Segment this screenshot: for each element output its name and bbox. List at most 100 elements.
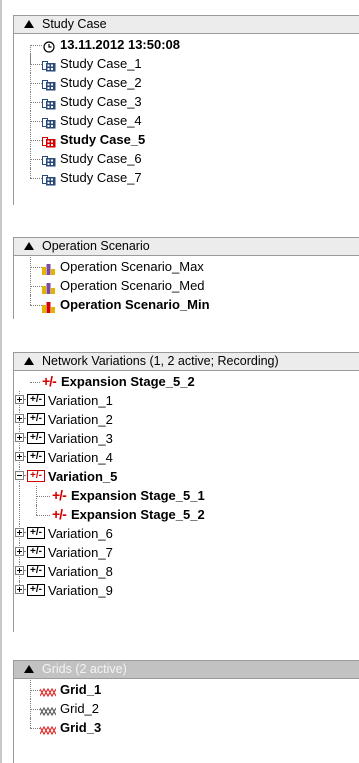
variation-icon: +/- — [27, 451, 45, 463]
grid-icon — [39, 703, 57, 717]
collapse-triangle-icon[interactable] — [24, 20, 34, 28]
item-label: 13.11.2012 13:50:08 — [60, 37, 180, 52]
study-case-item[interactable]: Study Case_2 — [14, 73, 359, 92]
grid-active-icon — [39, 684, 57, 698]
item-label: Variation_3 — [48, 431, 113, 446]
item-label: Study Case_1 — [60, 56, 142, 71]
variation-item[interactable]: +/- Variation_2 — [14, 410, 359, 429]
operation-scenario-header[interactable]: Operation Scenario — [14, 238, 359, 256]
recording-expansion-stage[interactable]: +/- Expansion Stage_5_2 — [14, 372, 359, 391]
tree-line — [36, 505, 37, 515]
collapse-triangle-icon[interactable] — [24, 665, 34, 673]
variation-icon: +/- — [27, 394, 45, 406]
operation-scenario-section: Operation Scenario Operation Scenario_Ma… — [13, 237, 359, 319]
tree-line — [30, 286, 42, 287]
study-case-list: 13.11.2012 13:50:08 Study Case_1 Study Cas… — [14, 35, 359, 187]
operation-scenario-item[interactable]: Operation Scenario_Max — [14, 257, 359, 276]
tree-line — [30, 159, 42, 160]
tree-line — [30, 718, 31, 728]
item-label: Variation_5 — [48, 469, 118, 484]
study-case-icon — [42, 115, 56, 129]
operation-scenario-header-label: Operation Scenario — [42, 239, 150, 253]
operation-scenario-list: Operation Scenario_Max Operation Scenario… — [14, 257, 359, 314]
grids-header-label: Grids (2 active) — [42, 662, 127, 676]
study-case-header[interactable]: Study Case — [14, 16, 359, 34]
expand-icon[interactable] — [15, 433, 24, 442]
expand-icon[interactable] — [15, 528, 24, 537]
study-case-item[interactable]: Study Case_7 — [14, 168, 359, 187]
expansion-stage-item[interactable]: +/- Expansion Stage_5_2 — [14, 505, 359, 524]
collapse-triangle-icon[interactable] — [24, 242, 34, 250]
variation-item[interactable]: +/- Variation_6 — [14, 524, 359, 543]
collapse-triangle-icon[interactable] — [24, 357, 34, 365]
item-label: Variation_9 — [48, 583, 113, 598]
expand-icon[interactable] — [15, 566, 24, 575]
study-case-header-label: Study Case — [42, 17, 107, 31]
grids-header[interactable]: Grids (2 active) — [14, 661, 359, 679]
network-variations-header-label: Network Variations (1, 2 active; Recordi… — [42, 354, 279, 368]
item-label: Variation_2 — [48, 412, 113, 427]
tree-line — [19, 486, 20, 505]
grid-active-icon — [39, 722, 57, 736]
item-label: Study Case_3 — [60, 94, 142, 109]
variation-icon: +/- — [27, 413, 45, 425]
study-case-icon — [42, 172, 56, 186]
variation-icon: +/- — [27, 584, 45, 596]
variation-item[interactable]: +/- Variation_3 — [14, 429, 359, 448]
collapse-icon[interactable] — [15, 471, 24, 480]
operation-scenario-item[interactable]: Operation Scenario_Med — [14, 276, 359, 295]
grid-item[interactable]: Grid_1 — [14, 680, 359, 699]
tree-line — [30, 305, 42, 306]
tree-line — [30, 121, 42, 122]
network-variations-tree: +/- Expansion Stage_5_2 +/- Variation_1 +/- V… — [14, 372, 359, 600]
expand-icon[interactable] — [15, 547, 24, 556]
network-variations-section: Network Variations (1, 2 active; Recordi… — [13, 352, 359, 632]
variation-item[interactable]: +/- Variation_4 — [14, 448, 359, 467]
expansion-stage-item[interactable]: +/- Expansion Stage_5_1 — [14, 486, 359, 505]
grids-section: Grids (2 active) Grid_1 Grid_2 Grid_3 — [13, 660, 359, 763]
tree-line — [30, 64, 42, 65]
item-label: Variation_6 — [48, 526, 113, 541]
variation-item[interactable]: +/- Variation_7 — [14, 543, 359, 562]
clock-icon — [42, 39, 56, 53]
tree-line — [30, 690, 40, 691]
item-label: Study Case_6 — [60, 151, 142, 166]
network-variations-header[interactable]: Network Variations (1, 2 active; Recordi… — [14, 353, 359, 371]
tree-line — [30, 140, 42, 141]
item-label: Study Case_4 — [60, 113, 142, 128]
tree-line — [30, 382, 40, 383]
tree-line — [30, 168, 31, 178]
expand-icon[interactable] — [15, 452, 24, 461]
tree-line — [30, 295, 31, 305]
item-label: Study Case_2 — [60, 75, 142, 90]
item-label: Variation_1 — [48, 393, 113, 408]
study-case-icon — [42, 58, 56, 72]
tree-line — [30, 102, 42, 103]
variation-icon: +/- — [27, 546, 45, 558]
variation-item[interactable]: +/- Variation_5 — [14, 467, 359, 486]
tree-line — [30, 728, 40, 729]
study-case-item[interactable]: Study Case_1 — [14, 54, 359, 73]
study-case-item[interactable]: Study Case_6 — [14, 149, 359, 168]
item-label: Operation Scenario_Max — [60, 259, 204, 274]
variation-item[interactable]: +/- Variation_8 — [14, 562, 359, 581]
tree-line — [36, 515, 50, 516]
study-case-item[interactable]: Study Case_3 — [14, 92, 359, 111]
grid-item[interactable]: Grid_3 — [14, 718, 359, 737]
study-case-icon — [42, 77, 56, 91]
operation-scenario-item[interactable]: Operation Scenario_Min — [14, 295, 359, 314]
expand-icon[interactable] — [15, 395, 24, 404]
variation-item[interactable]: +/- Variation_9 — [14, 581, 359, 600]
study-case-item[interactable]: Study Case_5 — [14, 130, 359, 149]
variation-item[interactable]: +/- Variation_1 — [14, 391, 359, 410]
expand-icon[interactable] — [15, 585, 24, 594]
operation-scenario-icon — [42, 261, 56, 275]
grid-item[interactable]: Grid_2 — [14, 699, 359, 718]
study-case-timestamp[interactable]: 13.11.2012 13:50:08 — [14, 35, 359, 64]
study-case-item[interactable]: Study Case_4 — [14, 111, 359, 130]
tree-line — [30, 45, 42, 46]
variation-icon: +/- — [27, 470, 45, 482]
study-case-icon — [42, 153, 56, 167]
study-case-active-icon — [42, 134, 56, 148]
expand-icon[interactable] — [15, 414, 24, 423]
